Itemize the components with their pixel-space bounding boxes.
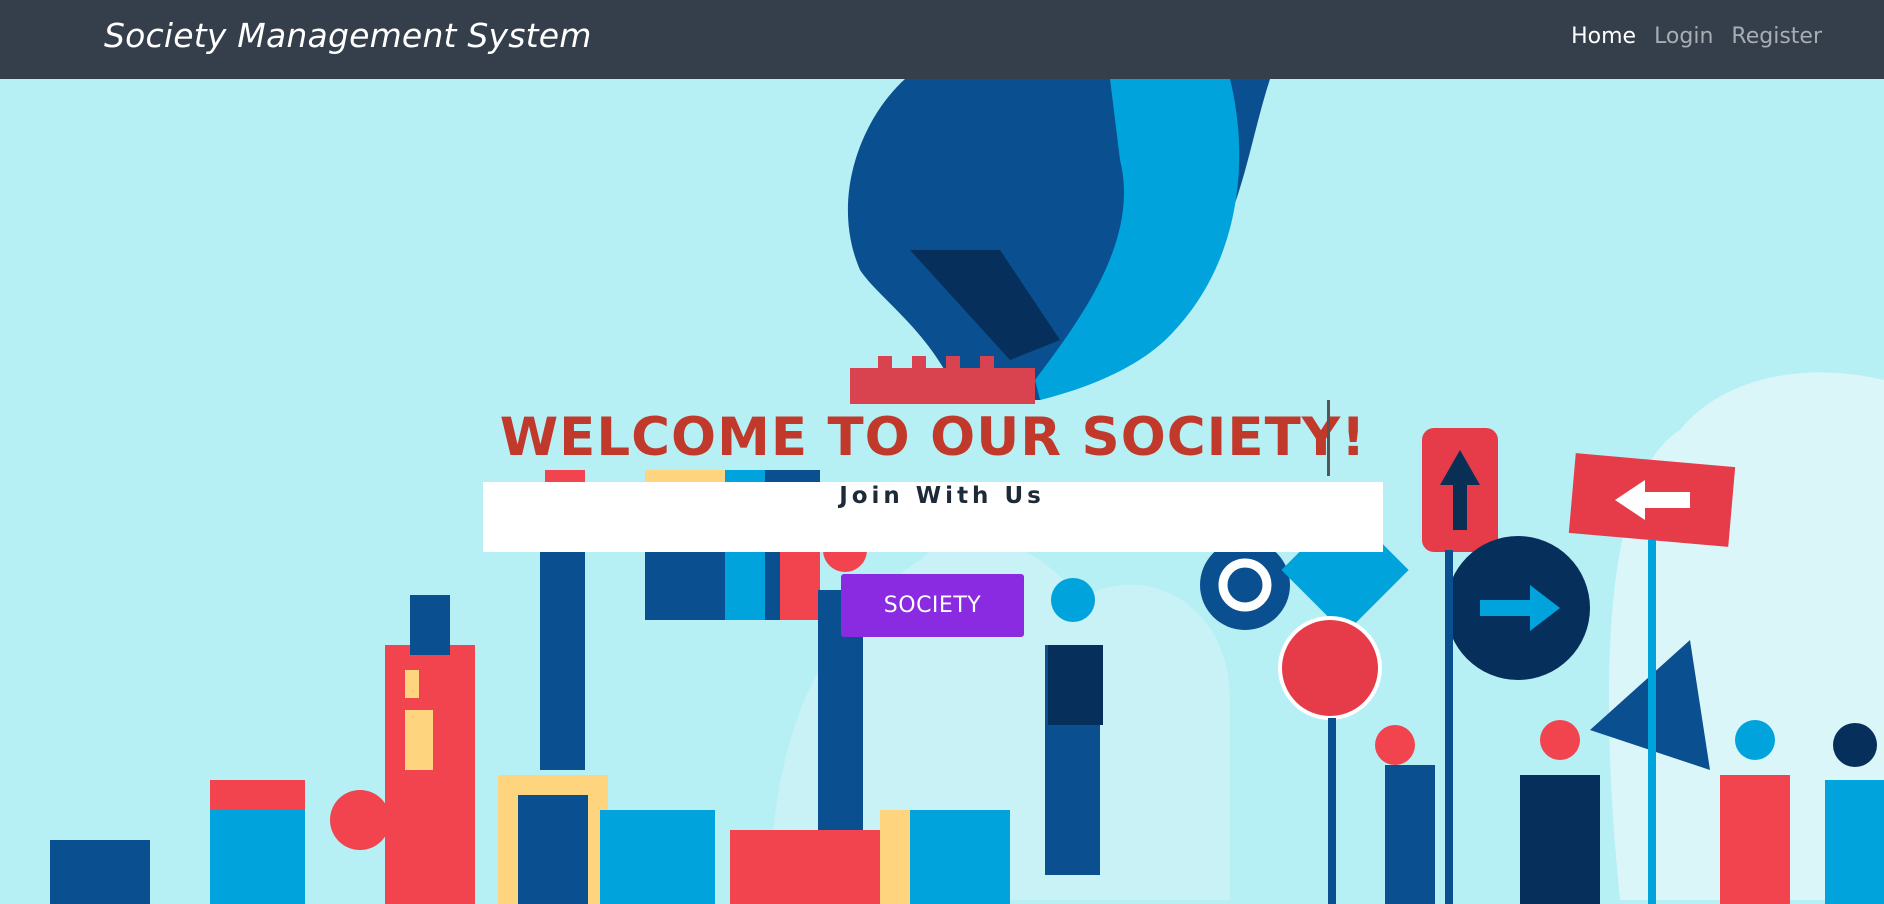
society-button[interactable]: SOCIETY	[841, 574, 1024, 637]
nav-login-link[interactable]: Login	[1654, 24, 1713, 49]
navbar: Society Management System Home Login Reg…	[0, 0, 1884, 79]
nav-register-link[interactable]: Register	[1731, 24, 1822, 49]
join-subheading: Join With Us	[839, 483, 1045, 509]
nav-links: Home Login Register	[1571, 24, 1822, 49]
text-cursor	[1327, 400, 1330, 476]
welcome-heading: WELCOME TO OUR SOCIETY!	[499, 407, 1367, 468]
nav-home-link[interactable]: Home	[1571, 24, 1636, 49]
brand-title[interactable]: Society Management System	[104, 16, 592, 55]
